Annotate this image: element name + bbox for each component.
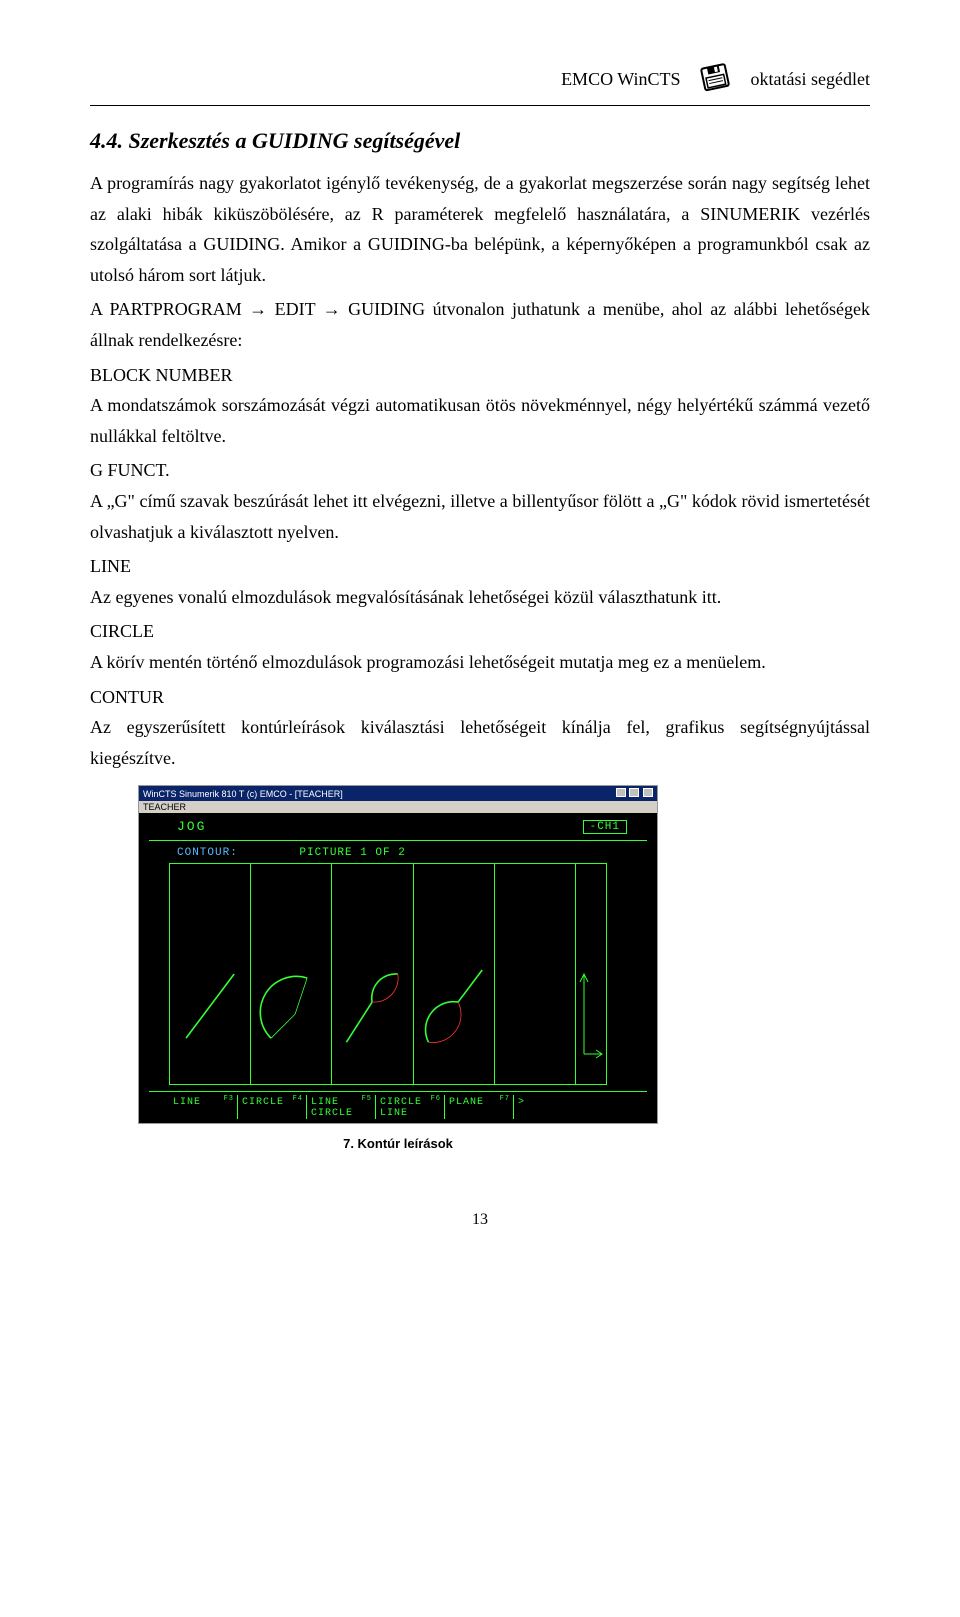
minimize-icon[interactable] bbox=[616, 788, 626, 797]
close-icon[interactable] bbox=[643, 788, 653, 797]
maximize-icon[interactable] bbox=[629, 788, 639, 797]
chevron-right-icon: > bbox=[518, 1095, 623, 1108]
channel-label: -CH1 bbox=[583, 820, 627, 834]
grid-cell-circle bbox=[251, 864, 332, 1084]
softkey-f3[interactable]: F3 LINE bbox=[169, 1095, 238, 1119]
figure-caption: 7. Kontúr leírások bbox=[138, 1136, 658, 1151]
cnc-screen: JOG -CH1 CONTOUR: PICTURE 1 OF 2 bbox=[139, 813, 657, 1123]
window-buttons[interactable] bbox=[615, 788, 653, 799]
softkey-f7[interactable]: F7 PLANE bbox=[445, 1095, 514, 1119]
desc-line: Az egyenes vonalú elmozdulások megvalósí… bbox=[90, 582, 870, 613]
softkey-bar: F3 LINE F4 CIRCLE F5 LINE CIRCLE bbox=[149, 1091, 647, 1119]
mode-label: JOG bbox=[177, 819, 206, 834]
desc-block-number: A mondatszámok sorszámozását végzi autom… bbox=[90, 390, 870, 451]
figure-container: WinCTS Sinumerik 810 T (c) EMCO - [TEACH… bbox=[138, 785, 870, 1151]
term-contur: CONTUR bbox=[90, 682, 870, 713]
desc-contur: Az egyszerűsített kontúrleírások kiválas… bbox=[90, 712, 870, 773]
page-header: EMCO WinCTS oktatási segédlet bbox=[90, 60, 870, 106]
arc-line-shape-icon bbox=[414, 864, 494, 1084]
softkey-f5[interactable]: F5 LINE CIRCLE bbox=[307, 1095, 376, 1119]
line-shape-icon bbox=[170, 864, 250, 1084]
window-title: WinCTS Sinumerik 810 T (c) EMCO - [TEACH… bbox=[143, 789, 343, 799]
arc-shape-icon bbox=[251, 864, 331, 1084]
window-titlebar: WinCTS Sinumerik 810 T (c) EMCO - [TEACH… bbox=[139, 786, 657, 801]
term-block-number: BLOCK NUMBER bbox=[90, 360, 870, 391]
window-menubar[interactable]: TEACHER bbox=[139, 801, 657, 813]
axis-icon bbox=[576, 864, 606, 1084]
desc-g-funct: A „G" című szavak beszúrását lehet itt e… bbox=[90, 486, 870, 547]
contour-label: CONTOUR: bbox=[177, 847, 238, 859]
softkey-f6[interactable]: F6 CIRCLE LINE bbox=[376, 1095, 445, 1119]
grid-cell-circle-line bbox=[414, 864, 495, 1084]
grid-cell-line-circle bbox=[332, 864, 413, 1084]
term-circle: CIRCLE bbox=[90, 616, 870, 647]
term-g-funct: G FUNCT. bbox=[90, 455, 870, 486]
header-product: EMCO WinCTS bbox=[561, 69, 680, 90]
grid-cell-line bbox=[170, 864, 251, 1084]
desc-circle: A körív mentén történő elmozdulások prog… bbox=[90, 647, 870, 678]
section-title: 4.4. Szerkesztés a GUIDING segítségével bbox=[90, 128, 870, 154]
term-line: LINE bbox=[90, 551, 870, 582]
header-subtitle: oktatási segédlet bbox=[751, 69, 870, 90]
paragraph-intro-2: A PARTPROGRAM → EDIT → GUIDING útvonalon… bbox=[90, 294, 870, 355]
paragraph-intro-1: A programírás nagy gyakorlatot igénylő t… bbox=[90, 168, 870, 290]
softkey-f4[interactable]: F4 CIRCLE bbox=[238, 1095, 307, 1119]
grid-cell-plane bbox=[495, 864, 576, 1084]
screenshot-window: WinCTS Sinumerik 810 T (c) EMCO - [TEACH… bbox=[138, 785, 658, 1124]
page-number: 13 bbox=[90, 1211, 870, 1229]
picture-label: PICTURE 1 OF 2 bbox=[299, 847, 405, 859]
softkey-arrow[interactable]: > bbox=[514, 1095, 627, 1119]
line-arc-shape-icon bbox=[332, 864, 412, 1084]
axis-indicator bbox=[576, 864, 606, 1084]
divider-line bbox=[149, 840, 647, 841]
contour-grid bbox=[169, 863, 607, 1085]
document-page: EMCO WinCTS oktatási segédlet 4.4. Szerk… bbox=[0, 0, 960, 1269]
floppy-icon bbox=[695, 60, 737, 99]
